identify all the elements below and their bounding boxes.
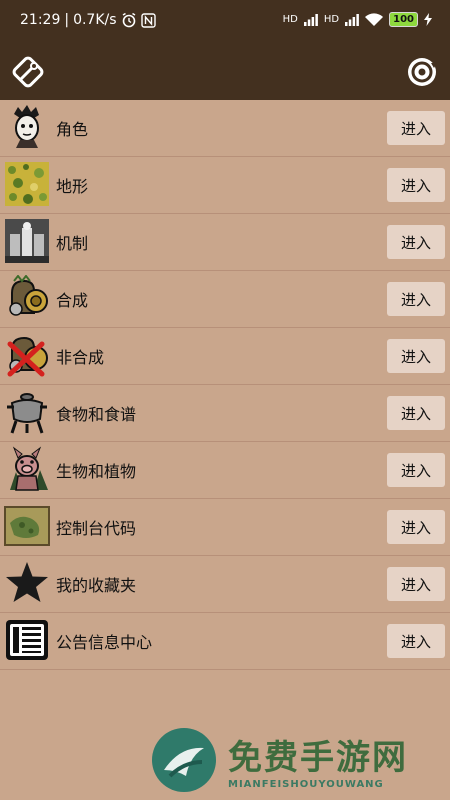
menu-item-creature[interactable]: 生物和植物 进入 [0,442,450,499]
menu-item-label: 控制台代码 [56,519,137,538]
menu-item-mechanism[interactable]: 机制 进入 [0,214,450,271]
enter-button[interactable]: 进入 [387,339,445,373]
menu-item-console[interactable]: 控制台代码 进入 [0,499,450,556]
menu-item-label: 非合成 [56,348,105,367]
status-time: 21:29 [20,12,61,28]
menu-list: 角色 进入 地形 进入 机制 进入 合成 进入 非合成 进入 食物和食谱 进入 … [0,100,450,670]
alarm-icon [122,12,135,28]
signal-1-label: HD [282,14,298,25]
menu-item-favorites[interactable]: 我的收藏夹 进入 [0,556,450,613]
status-left: 21:29 | 0.7K/s [20,12,156,28]
watermark-text: 免费手游网 MIANFEISHOUYOUWANG [228,730,408,790]
menu-item-label: 我的收藏夹 [56,576,137,595]
watermark-logo-icon [152,728,216,792]
menu-item-label: 合成 [56,291,89,310]
enter-button[interactable]: 进入 [387,453,445,487]
nfc-icon [140,12,156,28]
notice-icon [6,620,48,660]
network-speed: 0.7K/s [73,12,117,28]
enter-button[interactable]: 进入 [387,282,445,316]
watermark: 免费手游网 MIANFEISHOUYOUWANG [150,726,408,794]
status-right: HD HD 100 [283,12,432,27]
terrain-icon [5,162,49,206]
charging-icon [424,13,432,26]
enter-button[interactable]: 进入 [387,624,445,658]
battery-icon: 100 [389,12,418,27]
menu-item-terrain[interactable]: 地形 进入 [0,157,450,214]
non-craft-icon [7,336,48,377]
menu-item-label: 地形 [56,177,89,196]
menu-item-label: 公告信息中心 [56,633,153,652]
refresh-icon[interactable] [404,54,440,90]
star-icon [6,562,48,602]
signal-2-label: HD [323,14,340,25]
watermark-subtitle: MIANFEISHOUYOUWANG [228,779,384,790]
character-icon [14,105,39,148]
app-bar [0,44,450,100]
menu-item-label: 生物和植物 [56,462,137,481]
enter-button[interactable]: 进入 [387,225,445,259]
enter-button[interactable]: 进入 [387,111,445,145]
menu-item-label: 机制 [56,234,89,253]
menu-item-food[interactable]: 食物和食谱 进入 [0,385,450,442]
menu-item-craft[interactable]: 合成 进入 [0,271,450,328]
menu-item-notice[interactable]: 公告信息中心 进入 [0,613,450,670]
signal-icon [345,13,360,26]
wrench-icon[interactable] [10,54,46,90]
watermark-title: 免费手游网 [228,738,408,778]
menu-item-label: 食物和食谱 [56,405,137,424]
crockpot-icon [7,393,47,434]
enter-button[interactable]: 进入 [387,168,445,202]
craft-icon [9,275,48,316]
mechanism-icon [5,219,49,263]
status-divider: | [64,12,70,28]
enter-button[interactable]: 进入 [387,396,445,430]
status-bar: 21:29 | 0.7K/s HD HD 100 [0,0,450,44]
menu-item-label: 角色 [56,120,89,139]
enter-button[interactable]: 进入 [387,567,445,601]
creature-icon [10,446,48,491]
wifi-icon [365,13,384,26]
enter-button[interactable]: 进入 [387,510,445,544]
console-map-icon [4,506,50,546]
menu-item-non-craft[interactable]: 非合成 进入 [0,328,450,385]
menu-item-character[interactable]: 角色 进入 [0,100,450,157]
signal-icon [303,13,318,26]
